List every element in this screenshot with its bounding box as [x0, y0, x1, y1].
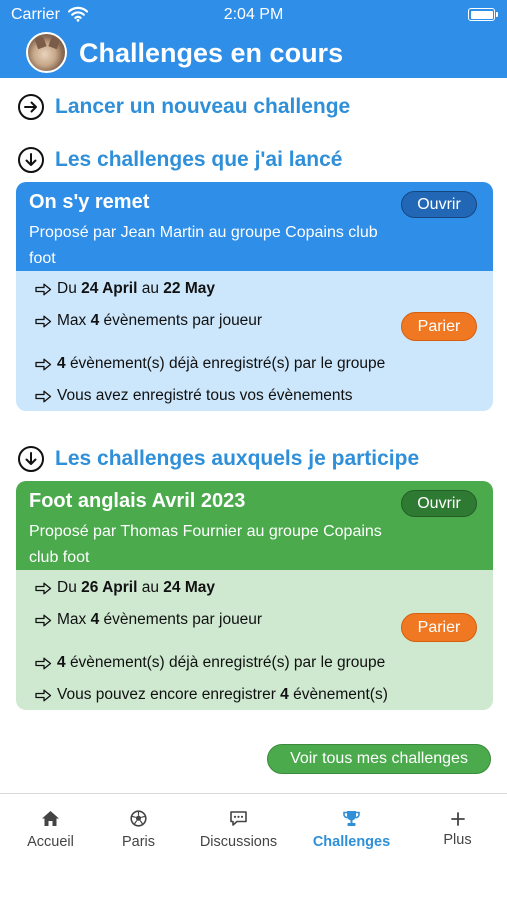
challenge-proposer: Proposé par Thomas Fournier au groupe Co… [29, 523, 382, 566]
page-title: Challenges en cours [79, 38, 344, 68]
tab-accueil[interactable]: Accueil [0, 794, 101, 864]
status-bar: Carrier 2:04 PM [0, 0, 507, 30]
participating-section-header: Les challenges auxquels je participe [18, 445, 419, 473]
header-bar: Challenges en cours [0, 30, 507, 78]
new-challenge-link[interactable]: Lancer un nouveau challenge [18, 93, 350, 121]
arrow-right-circle-icon [18, 94, 44, 120]
tab-discussions[interactable]: Discussions [188, 794, 289, 864]
open-challenge-button[interactable]: Ouvrir [401, 191, 477, 218]
tab-challenges[interactable]: Challenges [301, 794, 402, 864]
bet-button[interactable]: Parier [401, 312, 477, 341]
soccer-ball-icon [88, 810, 189, 828]
launched-section-header: Les challenges que j'ai lancé [18, 146, 342, 174]
see-all-challenges-button[interactable]: Voir tous mes challenges [267, 744, 491, 774]
new-challenge-label: Lancer un nouveau challenge [55, 95, 351, 118]
arrow-right-outline-icon [35, 283, 53, 296]
challenge-max-events: Max 4 évènements par joueur [35, 312, 262, 330]
arrow-right-outline-icon [35, 614, 53, 627]
challenge-card: Foot anglais Avril 2023 Proposé par Thom… [16, 481, 493, 710]
challenge-recorded-events: 4 évènement(s) déjà enregistré(s) par le… [35, 355, 385, 373]
bet-button[interactable]: Parier [401, 613, 477, 642]
avatar[interactable] [26, 32, 67, 73]
arrow-down-circle-icon [18, 147, 44, 173]
challenge-proposer: Proposé par Jean Martin au groupe Copain… [29, 224, 378, 267]
trophy-icon [301, 810, 402, 828]
challenge-card-body: Du 26 April au 24 May Max 4 évènements p… [16, 570, 493, 710]
challenge-max-events: Max 4 évènements par joueur [35, 611, 262, 629]
arrow-right-outline-icon [35, 689, 53, 702]
challenge-dates: Du 24 April au 22 May [35, 280, 215, 298]
challenge-recorded-events: 4 évènement(s) déjà enregistré(s) par le… [35, 654, 385, 672]
clock: 2:04 PM [223, 6, 284, 23]
tab-paris[interactable]: Paris [88, 794, 189, 864]
open-challenge-button[interactable]: Ouvrir [401, 490, 477, 517]
tab-plus[interactable]: Plus [407, 794, 507, 864]
home-icon [0, 810, 101, 828]
arrow-right-outline-icon [35, 390, 53, 403]
challenge-card-body: Du 24 April au 22 May Max 4 évènements p… [16, 271, 493, 411]
plus-icon [407, 812, 507, 830]
tab-bar: Accueil Paris Discussions Challenges Plu… [0, 793, 507, 900]
arrow-right-outline-icon [35, 582, 53, 595]
arrow-right-outline-icon [35, 358, 53, 371]
arrow-right-outline-icon [35, 657, 53, 670]
challenge-user-status: Vous avez enregistré tous vos évènements [35, 387, 353, 405]
challenge-dates: Du 26 April au 24 May [35, 579, 215, 597]
challenge-user-status: Vous pouvez encore enregistrer 4 évèneme… [35, 686, 388, 704]
arrow-down-circle-icon [18, 446, 44, 472]
battery-icon [468, 8, 498, 21]
arrow-right-outline-icon [35, 315, 53, 328]
launched-section-title: Les challenges que j'ai lancé [55, 148, 343, 171]
participating-section-title: Les challenges auxquels je participe [55, 447, 420, 470]
challenge-card: On s'y remet Proposé par Jean Martin au … [16, 182, 493, 411]
chat-bubble-icon [188, 810, 289, 828]
challenge-card-header: On s'y remet Proposé par Jean Martin au … [16, 182, 493, 271]
challenge-card-header: Foot anglais Avril 2023 Proposé par Thom… [16, 481, 493, 570]
